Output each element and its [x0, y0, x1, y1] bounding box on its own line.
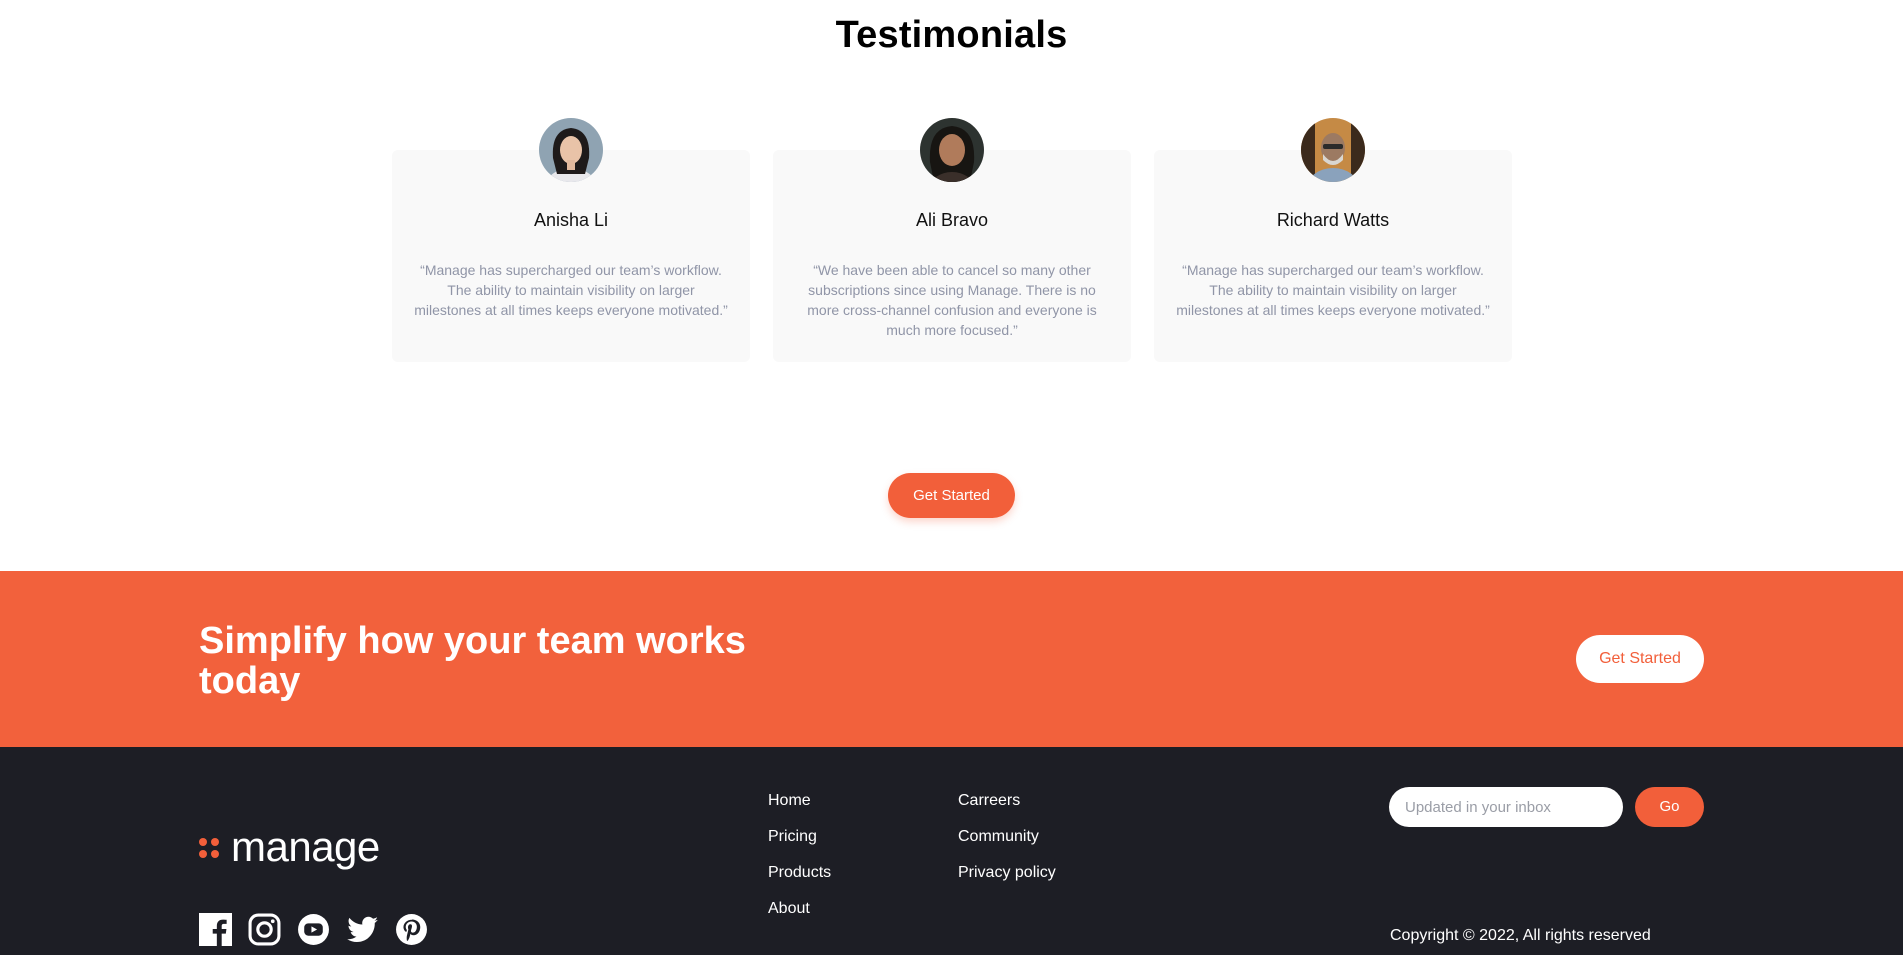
section-title: Testimonials	[835, 14, 1068, 56]
get-started-button[interactable]: Get Started	[888, 473, 1015, 518]
avatar	[539, 118, 603, 182]
testimonial-quote: “Manage has supercharged our team’s work…	[1176, 262, 1490, 318]
footer: manage Home Pricing Products About Carre…	[0, 747, 1903, 955]
footer-link-home[interactable]: Home	[768, 791, 831, 811]
testimonial-name: Ali Bravo	[915, 210, 989, 230]
footer-link-pricing[interactable]: Pricing	[768, 827, 831, 847]
testimonial-quote: “Manage has supercharged our team’s work…	[414, 262, 728, 318]
logo[interactable]: manage	[199, 823, 380, 870]
testimonial-card: Ali Bravo “We have been able to cancel s…	[773, 118, 1131, 362]
pinterest-icon[interactable]	[395, 913, 428, 946]
footer-link-privacy-policy[interactable]: Privacy policy	[958, 863, 1056, 883]
testimonial-card: Richard Watts “Manage has supercharged o…	[1154, 118, 1512, 362]
avatar	[920, 118, 984, 182]
footer-link-careers[interactable]: Carreers	[958, 791, 1056, 811]
footer-nav-secondary: Carreers Community Privacy policy	[958, 791, 1056, 899]
newsletter-email-input[interactable]	[1389, 787, 1623, 827]
testimonial-card: Anisha Li “Manage has supercharged our t…	[392, 118, 750, 362]
testimonials-section: Testimonials Anisha Li “Manage has super…	[0, 0, 1903, 571]
facebook-icon[interactable]	[199, 913, 232, 946]
testimonial-name: Anisha Li	[533, 210, 609, 230]
footer-link-about[interactable]: About	[768, 899, 831, 919]
logo-text: manage	[231, 823, 380, 870]
twitter-icon[interactable]	[346, 913, 379, 946]
cta-band: Simplify how your team works today Get S…	[0, 571, 1903, 747]
cta-get-started-button[interactable]: Get Started	[1576, 635, 1704, 683]
social-links	[199, 913, 428, 946]
testimonial-quote: “We have been able to cancel so many oth…	[807, 262, 1097, 338]
youtube-icon[interactable]	[297, 913, 330, 946]
newsletter-go-button[interactable]: Go	[1635, 787, 1704, 827]
cta-heading: Simplify how your team works today	[199, 620, 746, 702]
testimonial-name: Richard Watts	[1276, 210, 1390, 230]
logo-mark-icon	[199, 836, 221, 858]
copyright-text: Copyright © 2022, All rights reserved	[1390, 927, 1651, 944]
footer-link-products[interactable]: Products	[768, 863, 831, 883]
avatar	[1301, 118, 1365, 182]
footer-link-community[interactable]: Community	[958, 827, 1056, 847]
footer-nav-primary: Home Pricing Products About	[768, 791, 831, 935]
instagram-icon[interactable]	[248, 913, 281, 946]
